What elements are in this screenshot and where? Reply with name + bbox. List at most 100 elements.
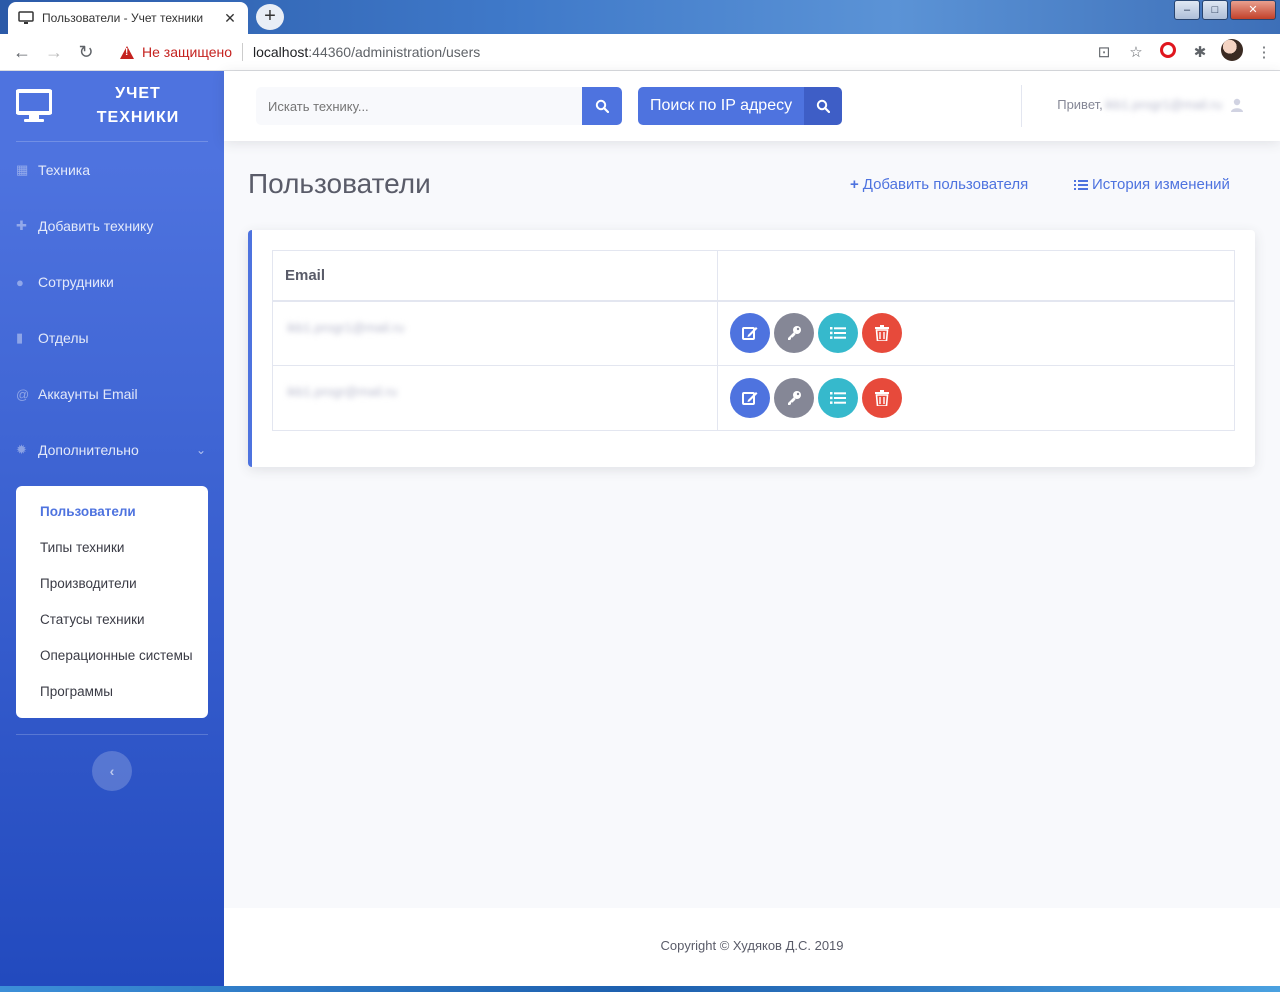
opera-extension-icon[interactable] xyxy=(1152,42,1184,62)
user-email: ikb1.progr1@mail.ru xyxy=(287,319,405,335)
topbar-divider xyxy=(1021,85,1022,127)
user-details-button[interactable] xyxy=(818,378,858,418)
sidebar-brand[interactable]: Учет техники xyxy=(0,71,224,141)
sidebar-item-departments[interactable]: ▮ Отделы xyxy=(0,310,224,366)
user-icon: ● xyxy=(16,274,24,290)
actions-cell xyxy=(717,300,1235,366)
plus-icon: + xyxy=(850,176,859,193)
key-icon xyxy=(788,326,801,341)
sidebar: Учет техники ▦ Техника ✚ Добавить техник… xyxy=(0,71,224,986)
change-password-button[interactable] xyxy=(774,378,814,418)
brand-title: Учет техники xyxy=(52,82,224,130)
at-icon: @ xyxy=(16,386,30,402)
edit-icon xyxy=(742,327,758,341)
os-taskbar xyxy=(0,986,1280,992)
gear-icon: ✹ xyxy=(16,442,27,457)
security-label: Не защищено xyxy=(142,44,232,60)
trash-icon xyxy=(875,325,889,342)
search-icon xyxy=(804,87,843,125)
building-icon: ▮ xyxy=(16,330,24,345)
bookmark-star-icon[interactable]: ☆ xyxy=(1120,43,1152,61)
users-card: Email ikb1.progr1@mail.ru ikb1.progr@mai… xyxy=(248,230,1255,467)
edit-user-button[interactable] xyxy=(730,313,770,354)
equipment-search xyxy=(256,87,622,125)
search-input[interactable] xyxy=(256,87,582,125)
sidebar-item-label: Техника xyxy=(38,162,91,178)
sidebar-item-equipment[interactable]: ▦ Техника xyxy=(0,142,224,198)
security-indicator[interactable]: Не защищено xyxy=(120,44,232,60)
delete-user-button[interactable] xyxy=(862,378,902,418)
user-details-button[interactable] xyxy=(818,313,858,354)
edit-icon xyxy=(742,392,758,405)
brand-line-2: техники xyxy=(96,109,180,126)
add-user-label: Добавить пользователя xyxy=(862,176,1029,193)
search-icon xyxy=(595,99,609,113)
address-bar: ← → ↻ Не защищено localhost:44360/admini… xyxy=(0,34,1280,71)
list-icon xyxy=(830,392,846,404)
user-email-cell: ikb1.progr@mail.ru xyxy=(272,365,718,431)
list-icon xyxy=(1074,179,1088,190)
copyright-text: Copyright © Худяков Д.С. 2019 xyxy=(660,938,844,953)
url-field[interactable]: localhost:44360/administration/users xyxy=(253,44,480,60)
table-header-row: Email xyxy=(272,250,1235,302)
profile-avatar[interactable] xyxy=(1216,39,1248,65)
column-header-email: Email xyxy=(272,250,718,302)
edit-user-button[interactable] xyxy=(730,378,770,418)
brand-line-1: Учет xyxy=(115,85,161,102)
new-tab-button[interactable]: + xyxy=(256,4,284,30)
back-icon[interactable]: ← xyxy=(6,42,38,63)
maximize-button[interactable]: □ xyxy=(1202,0,1228,20)
ip-search-label: Поиск по IP адресу xyxy=(638,87,805,125)
column-header-actions xyxy=(717,250,1235,302)
ip-search-button[interactable]: Поиск по IP адресу xyxy=(638,87,843,125)
submenu-item-equipment-types[interactable]: Типы техники xyxy=(16,530,208,566)
url-path: :44360/administration/users xyxy=(308,44,481,60)
footer: Copyright © Худяков Д.С. 2019 xyxy=(224,908,1280,986)
browser-menu-icon[interactable]: ⋮ xyxy=(1248,43,1280,61)
search-button[interactable] xyxy=(582,87,622,125)
topbar: Поиск по IP адресу Привет, ikb1.progr1@m… xyxy=(224,71,1280,141)
translate-icon[interactable]: ⊡ xyxy=(1088,43,1120,61)
table-icon: ▦ xyxy=(16,162,29,177)
user-email-cell: ikb1.progr1@mail.ru xyxy=(272,300,718,366)
forward-icon[interactable]: → xyxy=(38,42,70,63)
key-icon xyxy=(788,391,801,405)
sidebar-item-employees[interactable]: ● Сотрудники xyxy=(0,254,224,310)
close-tab-icon[interactable]: ✕ xyxy=(222,10,238,27)
submenu-item-equipment-statuses[interactable]: Статусы техники xyxy=(16,602,208,638)
change-password-button[interactable] xyxy=(774,313,814,354)
browser-toolbar-right: ⊡ ☆ ✱ ⋮ xyxy=(1088,34,1280,70)
user-dropdown[interactable]: Привет, ikb1.progr1@mail.ru xyxy=(1057,97,1244,112)
change-history-link[interactable]: История изменений xyxy=(1074,176,1230,193)
trash-icon xyxy=(875,390,889,406)
sidebar-item-label: Сотрудники xyxy=(38,274,114,290)
sidebar-item-additional[interactable]: ✹ Дополнительно ⌄ xyxy=(0,422,224,478)
add-user-link[interactable]: + Добавить пользователя xyxy=(850,176,1028,193)
page-title: Пользователи xyxy=(248,168,431,199)
sidebar-item-email-accounts[interactable]: @ Аккаунты Email xyxy=(0,366,224,422)
greeting-text: Привет, xyxy=(1057,97,1103,112)
table-row: ikb1.progr1@mail.ru xyxy=(272,300,1235,366)
delete-user-button[interactable] xyxy=(862,313,902,354)
plus-icon: ✚ xyxy=(16,218,27,233)
history-label: История изменений xyxy=(1092,176,1230,193)
sidebar-item-add-equipment[interactable]: ✚ Добавить технику xyxy=(0,198,224,254)
tab-title: Пользователи - Учет техники xyxy=(42,11,204,25)
sidebar-item-label: Дополнительно xyxy=(38,442,139,458)
additional-submenu: Пользователи Типы техники Производители … xyxy=(16,486,208,718)
users-table: Email ikb1.progr1@mail.ru ikb1.progr@mai… xyxy=(272,250,1235,431)
reload-icon[interactable]: ↻ xyxy=(70,42,102,63)
sidebar-item-label: Отделы xyxy=(38,330,89,346)
minimize-button[interactable]: – xyxy=(1174,0,1200,20)
extensions-puzzle-icon[interactable]: ✱ xyxy=(1184,43,1216,61)
monitor-icon xyxy=(18,11,34,24)
browser-tab[interactable]: Пользователи - Учет техники ✕ xyxy=(8,2,248,34)
chevron-down-icon: ⌄ xyxy=(195,443,206,457)
list-icon xyxy=(830,327,846,340)
submenu-item-manufacturers[interactable]: Производители xyxy=(16,566,208,602)
submenu-item-operating-systems[interactable]: Операционные системы xyxy=(16,638,208,674)
submenu-item-users[interactable]: Пользователи xyxy=(16,494,208,530)
window-close-button[interactable]: ✕ xyxy=(1230,0,1276,20)
sidebar-toggle-button[interactable]: ‹ xyxy=(92,751,132,791)
submenu-item-programs[interactable]: Программы xyxy=(16,674,208,710)
